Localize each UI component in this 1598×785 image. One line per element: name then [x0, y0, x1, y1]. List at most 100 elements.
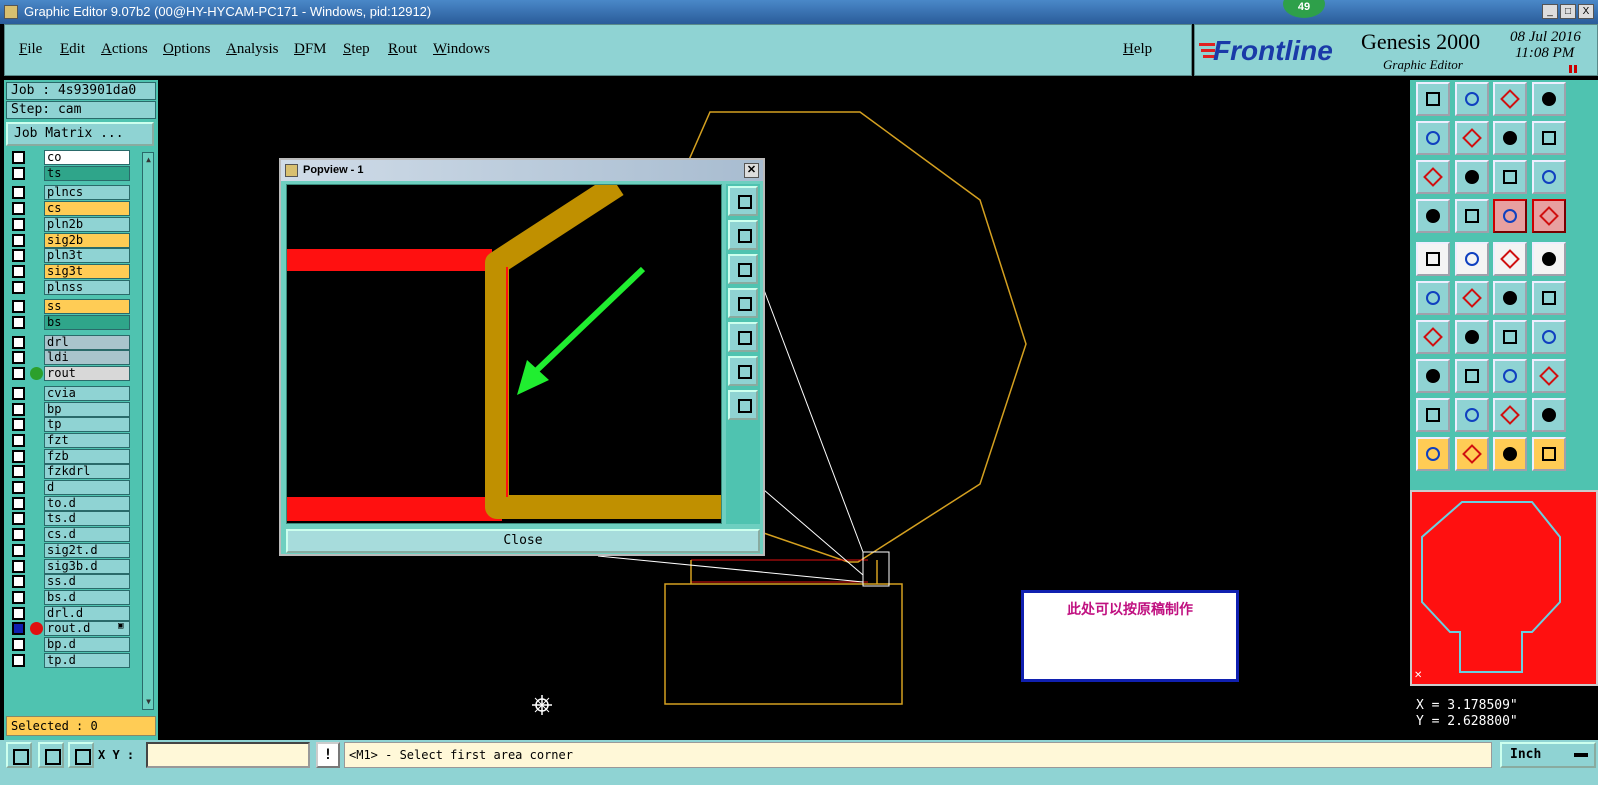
layer-checkbox[interactable]	[12, 653, 25, 667]
tool-button-r10-c4[interactable]	[1531, 437, 1566, 471]
layer-checkbox[interactable]	[12, 638, 25, 651]
layer-row-ts[interactable]: ts	[6, 165, 141, 181]
tool-button-r5-c1[interactable]	[1416, 242, 1450, 276]
popview-pan-left-button[interactable]	[728, 288, 758, 318]
layer-name[interactable]: plncs	[44, 185, 130, 201]
warning-button[interactable]: !	[316, 742, 340, 768]
tool-button-r2-c4[interactable]	[1531, 121, 1566, 155]
layer-name[interactable]: drl.d	[44, 605, 130, 621]
tool-button-r1-c2[interactable]	[1454, 82, 1489, 116]
tool-button-r7-c4[interactable]	[1531, 320, 1566, 354]
tool-button-r3-c1[interactable]	[1416, 160, 1450, 194]
overview-map[interactable]: ✕	[1410, 490, 1598, 686]
notification-badge[interactable]: 49	[1283, 0, 1325, 18]
layer-name[interactable]: ts.d	[44, 511, 130, 527]
layer-name[interactable]: tp	[44, 417, 130, 433]
tool-button-r9-c1[interactable]	[1416, 398, 1450, 432]
tool-button-r2-c2[interactable]	[1454, 121, 1489, 155]
job-matrix-button[interactable]: Job Matrix ...	[6, 122, 154, 146]
scroll-down-icon[interactable]: ▼	[144, 697, 153, 707]
tool-button-r8-c4[interactable]	[1531, 359, 1566, 393]
tool-button-r5-c4[interactable]	[1531, 242, 1566, 276]
layer-row-plnss[interactable]: plnss	[6, 279, 141, 295]
tool-button-r5-c2[interactable]	[1454, 242, 1489, 276]
layer-checkbox[interactable]	[12, 351, 25, 365]
layer-row-tp[interactable]: tp	[6, 417, 141, 433]
layer-name[interactable]: cvia	[44, 385, 130, 401]
tool-button-r2-c3[interactable]	[1493, 121, 1527, 155]
tool-button-r4-c1[interactable]	[1416, 199, 1450, 233]
tool-button-r9-c4[interactable]	[1531, 398, 1566, 432]
layer-checkbox[interactable]	[12, 512, 25, 526]
popview-canvas[interactable]	[286, 184, 722, 524]
app-icon[interactable]	[4, 5, 18, 19]
layer-checkbox[interactable]	[12, 433, 25, 447]
layer-name[interactable]: pln3t	[44, 248, 130, 264]
layer-row-cvia[interactable]: cvia	[6, 385, 141, 401]
tool-button-r6-c2[interactable]	[1454, 281, 1489, 315]
layer-row-tp-d[interactable]: tp.d	[6, 652, 141, 668]
popview-close-button[interactable]: Close	[286, 529, 760, 553]
tool-button-r3-c3[interactable]	[1493, 160, 1527, 194]
measure-icon[interactable]	[38, 742, 64, 768]
tool-button-r4-c3[interactable]	[1493, 199, 1527, 233]
layer-row-co[interactable]: co	[6, 150, 141, 165]
units-select[interactable]: Inch	[1500, 742, 1596, 768]
layer-row-d[interactable]: d	[6, 480, 141, 495]
layer-checkbox[interactable]	[12, 496, 25, 510]
layer-row-fzkdrl[interactable]: fzkdrl	[6, 464, 141, 480]
tool-button-r8-c1[interactable]	[1416, 359, 1450, 393]
layer-name[interactable]: bp	[44, 401, 130, 417]
menu-options[interactable]: Options	[163, 41, 211, 58]
scroll-up-icon[interactable]: ▲	[144, 155, 153, 165]
popview-close-icon[interactable]: ✕	[744, 163, 759, 178]
layer-checkbox[interactable]	[12, 367, 25, 381]
tool-button-r3-c2[interactable]	[1454, 160, 1489, 194]
layer-checkbox[interactable]	[12, 528, 25, 542]
popview-fit-button[interactable]	[728, 356, 758, 386]
layer-name[interactable]: cs	[44, 201, 130, 217]
tool-button-r4-c4[interactable]	[1531, 199, 1566, 233]
layer-name[interactable]: bs.d	[44, 589, 130, 605]
layer-name[interactable]: sig2t.d	[44, 542, 130, 558]
layer-checkbox[interactable]	[12, 386, 25, 400]
layer-row-drl-d[interactable]: drl.d	[6, 605, 141, 621]
tool-button-r1-c3[interactable]	[1493, 82, 1527, 116]
tool-button-r5-c3[interactable]	[1493, 242, 1527, 276]
close-window-button[interactable]: X	[1578, 4, 1594, 19]
tool-button-r9-c3[interactable]	[1493, 398, 1527, 432]
layer-row-fzt[interactable]: fzt	[6, 432, 141, 448]
layer-name[interactable]: ldi	[44, 350, 130, 366]
popview-pan-down-button[interactable]	[728, 254, 758, 284]
pause-icon[interactable]	[1569, 65, 1577, 73]
layer-name[interactable]: ss.d	[44, 574, 130, 590]
tool-button-r4-c2[interactable]	[1454, 199, 1489, 233]
layer-name[interactable]: sig3t	[44, 263, 130, 279]
layer-checkbox[interactable]	[12, 418, 25, 432]
layer-checkbox[interactable]	[12, 249, 25, 263]
tool-button-r10-c2[interactable]	[1454, 437, 1489, 471]
layer-name[interactable]: cs.d	[44, 527, 130, 543]
popview-zoom-out-button[interactable]	[728, 390, 758, 420]
layer-name[interactable]: plnss	[44, 279, 130, 295]
tool-button-r6-c3[interactable]	[1493, 281, 1527, 315]
layer-checkbox[interactable]	[12, 559, 25, 573]
layer-checkbox[interactable]	[12, 217, 25, 231]
layer-row-bs-d[interactable]: bs.d	[6, 589, 141, 605]
layer-name[interactable]: bs	[44, 315, 130, 330]
tool-button-r1-c4[interactable]	[1531, 82, 1566, 116]
popview-pan-right-button[interactable]	[728, 322, 758, 352]
tool-button-r8-c2[interactable]	[1454, 359, 1489, 393]
xy-input[interactable]	[146, 742, 310, 768]
tool-button-r3-c4[interactable]	[1531, 160, 1566, 194]
layer-name[interactable]: co	[44, 150, 130, 165]
layer-row-sig3b-d[interactable]: sig3b.d	[6, 558, 141, 574]
menu-edit[interactable]: Edit	[60, 41, 85, 58]
layer-name[interactable]: tp.d	[44, 652, 130, 668]
tool-button-r7-c1[interactable]	[1416, 320, 1450, 354]
layer-row-fzb[interactable]: fzb	[6, 448, 141, 464]
popview-titlebar[interactable]: Popview - 1 ✕	[281, 160, 763, 181]
layer-checkbox[interactable]	[12, 151, 25, 164]
menu-analysis[interactable]: Analysis	[226, 41, 279, 58]
menu-windows[interactable]: Windows	[433, 41, 490, 58]
